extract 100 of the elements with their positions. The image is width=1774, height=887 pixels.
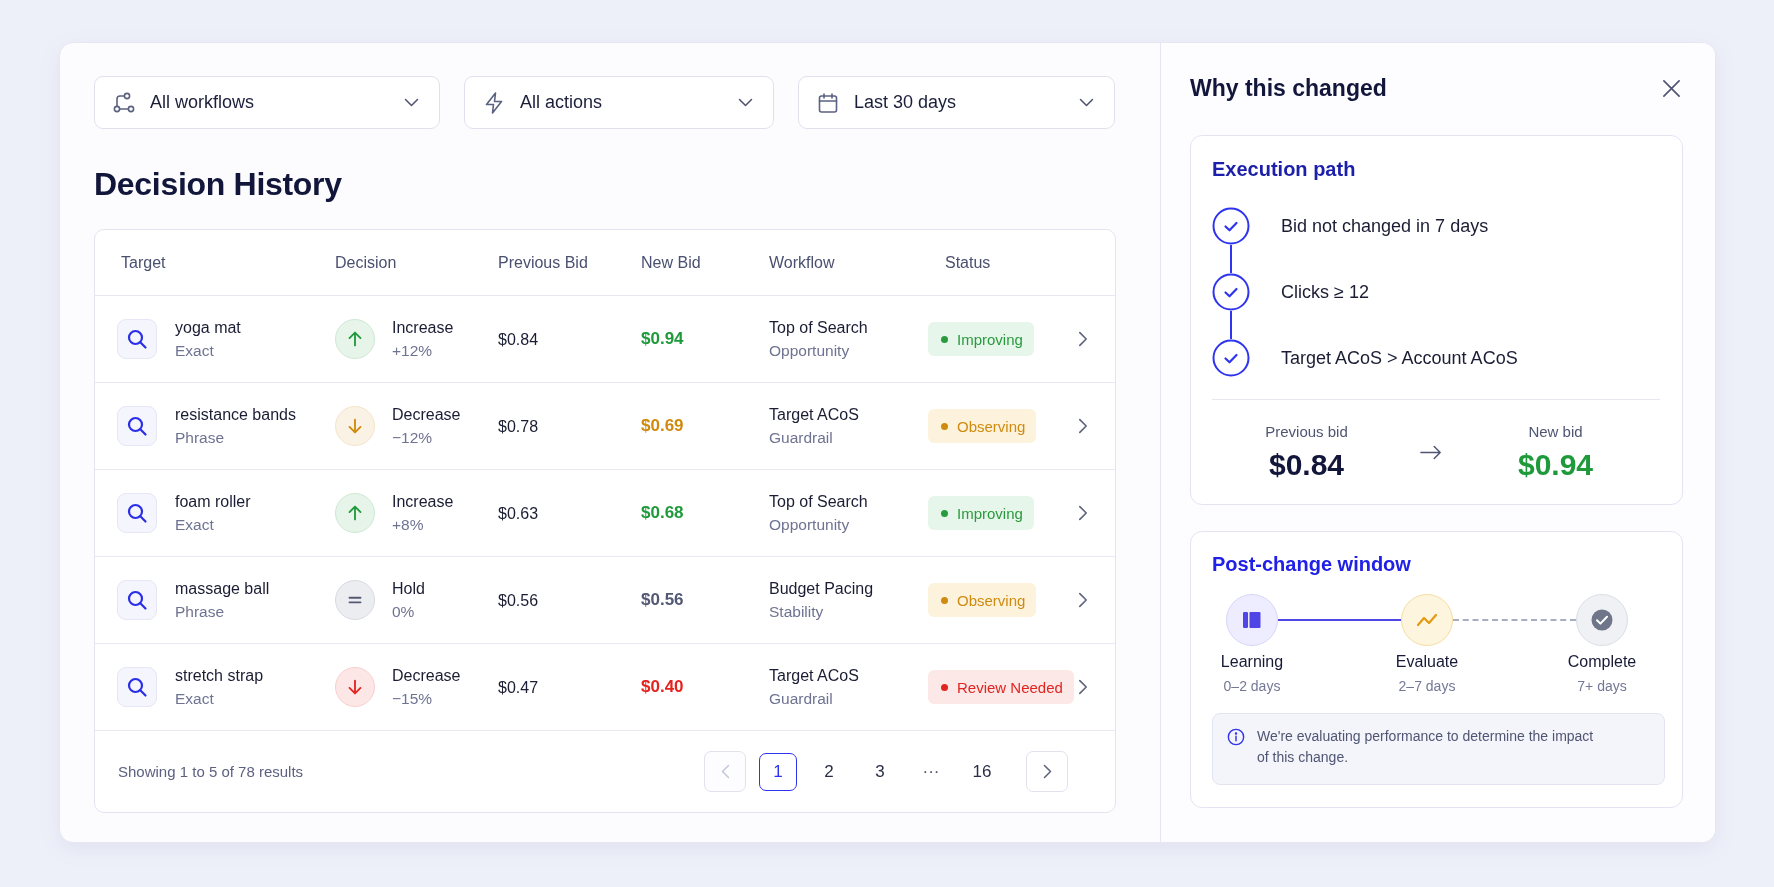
status-label: Improving: [957, 330, 1023, 348]
info-icon: [1227, 728, 1245, 746]
arrow-down-icon: [335, 667, 375, 707]
target-name: stretch strap: [175, 666, 264, 686]
stage-duration: 2–7 days: [1398, 677, 1456, 696]
stage-label: Complete: [1567, 652, 1637, 672]
status-label: Improving: [957, 504, 1023, 522]
decision-label: Increase: [392, 318, 454, 338]
bid-label: Previous bid: [1265, 422, 1348, 442]
page-button[interactable]: 2: [810, 752, 848, 791]
equals-icon: [335, 580, 375, 620]
target-name: resistance bands: [175, 405, 296, 425]
column-header: New Bid: [641, 253, 701, 272]
status-dot-icon: [941, 596, 948, 604]
chevron-down-icon: [1079, 98, 1094, 107]
workflow-type: Guardrail: [769, 689, 833, 709]
filter-dropdown[interactable]: All actions: [464, 76, 774, 129]
arrow-up-icon: [335, 493, 375, 533]
status-dot-icon: [941, 683, 948, 691]
stage-label: Evaluate: [1395, 652, 1459, 672]
bid-label: New bid: [1528, 422, 1583, 442]
arrow-down-icon: [335, 406, 375, 446]
new-bid: $0.94: [641, 329, 684, 349]
chevron-right-icon: [1042, 764, 1052, 779]
column-header: Target: [121, 253, 166, 272]
page-button[interactable]: 1: [759, 752, 797, 791]
search-icon: [117, 406, 157, 446]
new-bid: $0.69: [641, 416, 684, 436]
page-button[interactable]: 3: [861, 752, 899, 791]
card-title: Post-change window: [1212, 552, 1412, 577]
chevron-right-icon[interactable]: [1078, 679, 1088, 695]
workflow-type: Guardrail: [769, 428, 833, 448]
search-icon: [117, 667, 157, 707]
bid-value: $0.84: [1268, 447, 1345, 483]
column-header: Decision: [335, 253, 397, 272]
workflow-name: Top of Search: [769, 492, 868, 512]
decision-change: −15%: [392, 689, 433, 709]
results-summary: Showing 1 to 5 of 78 results: [118, 763, 304, 780]
previous-bid: $0.63: [498, 503, 539, 524]
match-type: Exact: [175, 515, 214, 535]
page-ellipsis: ···: [921, 761, 941, 782]
arrow-up-icon: [335, 319, 375, 359]
bid-value: $0.94: [1517, 447, 1594, 483]
column-header: Workflow: [769, 253, 835, 272]
decision-label: Hold: [392, 579, 425, 599]
workflow-name: Target ACoS: [769, 405, 859, 425]
step-label: Target ACoS > Account ACoS: [1281, 347, 1518, 369]
search-icon: [117, 319, 157, 359]
workflow-type: Opportunity: [769, 515, 850, 535]
chevron-left-icon: [720, 764, 730, 779]
connector-line: [1230, 311, 1232, 339]
status-dot-icon: [941, 335, 948, 343]
target-name: massage ball: [175, 579, 270, 599]
search-icon: [117, 580, 157, 620]
filter-dropdown[interactable]: Last 30 days: [798, 76, 1115, 129]
status-label: Observing: [957, 591, 1026, 609]
stage-label: Learning: [1220, 652, 1284, 672]
chevron-right-icon[interactable]: [1078, 418, 1088, 434]
page-title: Decision History: [94, 165, 343, 204]
page-button[interactable]: 16: [963, 752, 1001, 791]
info-text: We're evaluating performance to determine the impact of this change.: [1257, 727, 1595, 767]
new-bid: $0.56: [641, 590, 684, 610]
target-name: yoga mat: [175, 318, 241, 338]
connector-line: [1230, 245, 1232, 273]
workflow-name: Target ACoS: [769, 666, 859, 686]
status-dot-icon: [941, 422, 948, 430]
chevron-right-icon[interactable]: [1078, 592, 1088, 608]
chevron-right-icon[interactable]: [1078, 505, 1088, 521]
chevron-down-icon: [738, 98, 753, 107]
previous-bid: $0.47: [498, 677, 539, 698]
target-name: foam roller: [175, 492, 251, 512]
filter-dropdown[interactable]: All workflows: [94, 76, 440, 129]
step-label: Clicks ≥ 12: [1281, 281, 1369, 303]
decision-label: Decrease: [392, 666, 461, 686]
new-bid: $0.40: [641, 677, 684, 697]
decision-label: Decrease: [392, 405, 461, 425]
previous-bid: $0.78: [498, 416, 539, 437]
workflow-name: Top of Search: [769, 318, 868, 338]
status-dot-icon: [941, 509, 948, 517]
column-header: Status: [945, 253, 991, 272]
match-type: Phrase: [175, 428, 225, 448]
arrow-right-icon: [1420, 445, 1442, 460]
workflow-type: Opportunity: [769, 341, 850, 361]
workflow-type: Stability: [769, 602, 824, 622]
step-label: Bid not changed in 7 days: [1281, 215, 1489, 237]
search-icon: [117, 493, 157, 533]
match-type: Phrase: [175, 602, 225, 622]
decision-change: +12%: [392, 341, 433, 361]
close-icon: [1662, 78, 1681, 98]
status-label: Review Needed: [957, 678, 1063, 696]
card-title: Execution path: [1212, 157, 1357, 182]
column-header: Previous Bid: [498, 253, 588, 272]
chevron-right-icon[interactable]: [1078, 331, 1088, 347]
decision-label: Increase: [392, 492, 454, 512]
decision-change: +8%: [392, 515, 424, 535]
nodes-icon: [112, 90, 136, 115]
stage-duration: 0–2 days: [1223, 677, 1281, 696]
new-bid: $0.68: [641, 503, 684, 523]
match-type: Exact: [175, 689, 214, 709]
previous-bid: $0.84: [498, 329, 539, 350]
